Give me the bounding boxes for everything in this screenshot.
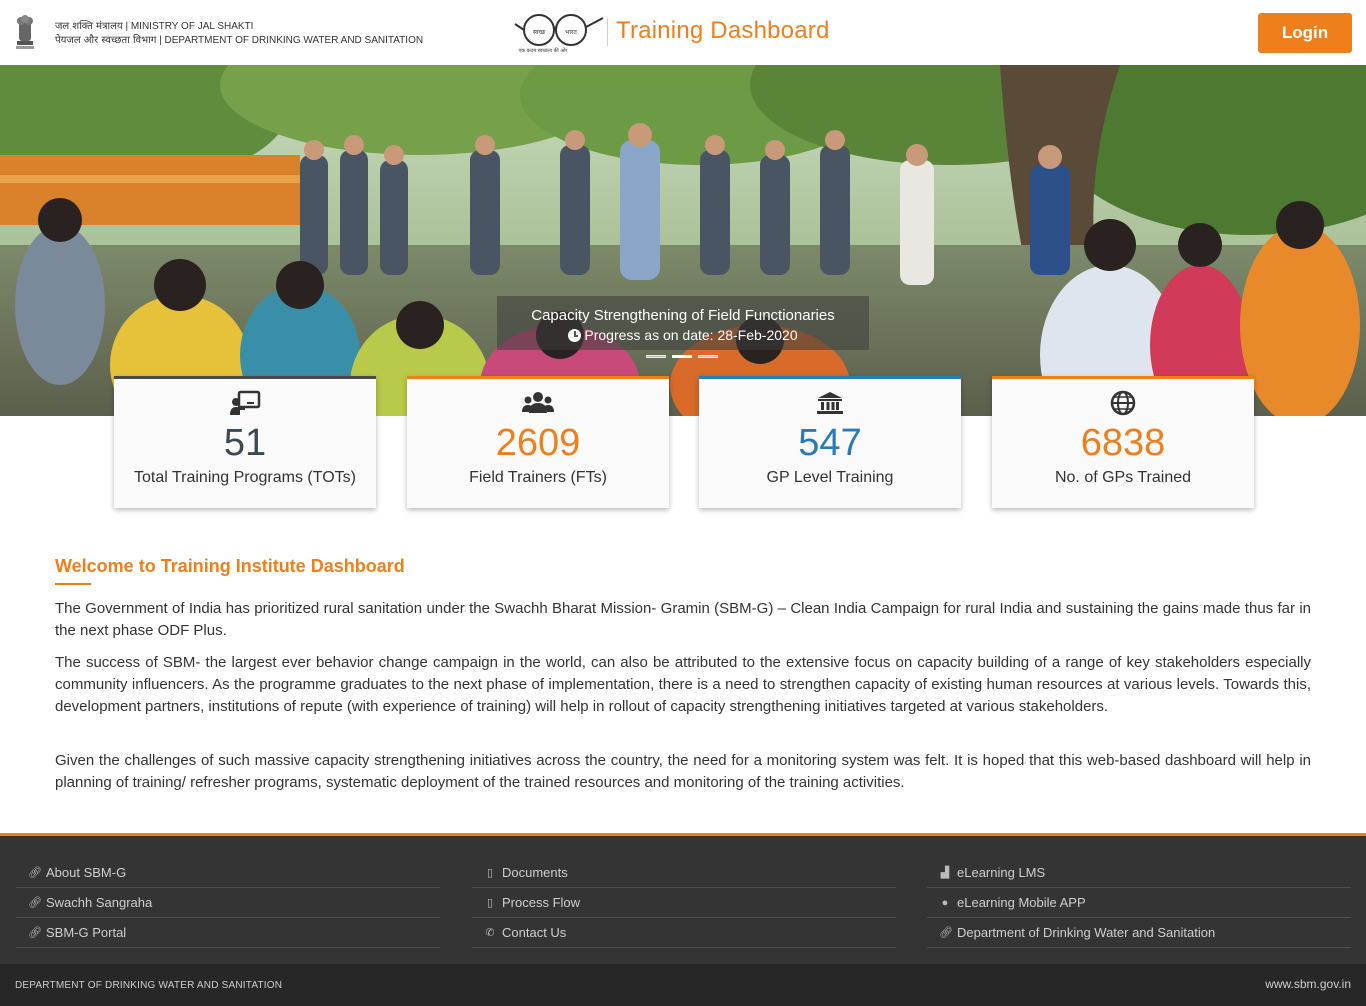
phone-icon: ✆: [485, 926, 495, 939]
stat-card-gps-trained: 6838 No. of GPs Trained: [992, 376, 1254, 508]
stat-value: 547: [798, 422, 862, 464]
ministry-line2-english: DEPARTMENT OF DRINKING WATER AND SANITAT…: [164, 35, 424, 46]
site-header: जल शक्ति मंत्रालय | MINISTRY OF JAL SHAK…: [0, 0, 1366, 65]
footer-column-2: ▯ Documents ▯ Process Flow ✆ Contact Us: [472, 858, 896, 948]
footer-link-label: Swachh Sangraha: [46, 895, 153, 910]
header-divider: [607, 18, 608, 46]
footer-link-label: Process Flow: [502, 895, 581, 910]
clock-icon: [568, 329, 582, 342]
footer-link-swachh-sangraha[interactable]: 🔗︎ Swachh Sangraha: [16, 888, 440, 918]
footer-link-label: About SBM-G: [46, 865, 127, 880]
link-icon: 🔗︎: [28, 926, 42, 939]
heading-underline: [55, 583, 91, 585]
ministry-name: जल शक्ति मंत्रालय | MINISTRY OF JAL SHAK…: [55, 21, 424, 46]
android-icon: ●: [941, 896, 949, 909]
footer-column-1: 🔗︎ About SBM-G 🔗︎ Swachh Sangraha 🔗︎ SBM-G …: [16, 858, 440, 948]
welcome-paragraph-1: The Government of India has prioritized …: [55, 600, 1311, 639]
ministry-line1-english: MINISTRY OF JAL SHAKTI: [130, 21, 254, 32]
footer-link-elearning-lms[interactable]: ▟ eLearning LMS: [927, 858, 1351, 888]
copyright-bar: DEPARTMENT OF DRINKING WATER AND SANITAT…: [0, 964, 1366, 1006]
ministry-line2-hindi: पेयजल और स्वच्छता विभाग: [55, 35, 157, 46]
chalkboard-teacher-icon: [230, 390, 261, 415]
stat-card-total-training-programs: 51 Total Training Programs (TOTs): [114, 376, 376, 508]
footer-link-elearning-mobile-app[interactable]: ● eLearning Mobile APP: [927, 888, 1351, 918]
hero-carousel[interactable]: Capacity Strengthening of Field Function…: [0, 65, 1366, 416]
institution-icon: [817, 392, 843, 414]
footer-link-label: Department of Drinking Water and Sanitat…: [957, 925, 1216, 940]
document-icon: ▯: [486, 866, 494, 879]
page-title: Training Dashboard: [616, 17, 830, 44]
stat-value: 51: [223, 422, 267, 464]
footer-link-ddws[interactable]: 🔗︎ Department of Drinking Water and Sanit…: [927, 918, 1351, 948]
stat-card-field-trainers: 2609 Field Trainers (FTs): [407, 376, 669, 508]
stat-label: Field Trainers (FTs): [469, 469, 607, 486]
link-icon: 🔗︎: [28, 866, 42, 879]
sitemap-icon: ▟: [940, 866, 950, 879]
welcome-heading: Welcome to Training Institute Dashboard: [55, 556, 405, 576]
caption-subtitle: Progress as on date: 28-Feb-2020: [497, 325, 869, 345]
welcome-paragraph-2: The success of SBM- the largest ever beh…: [55, 654, 1311, 715]
swachh-bharat-logo: स्वच्छ भारत एक कदम स्वच्छता की ओर: [514, 14, 604, 54]
carousel-indicator-1[interactable]: [646, 355, 666, 358]
users-icon: [522, 392, 554, 413]
footer-website-link[interactable]: www.sbm.gov.in: [1265, 977, 1351, 991]
logo-text-left: स्वच्छ: [533, 29, 546, 36]
site-footer: 🔗︎ About SBM-G 🔗︎ Swachh Sangraha 🔗︎ SBM-G …: [0, 833, 1366, 964]
logo-text-right: भारत: [565, 29, 577, 36]
carousel-caption: Capacity Strengthening of Field Function…: [497, 296, 869, 350]
link-icon: 🔗︎: [28, 896, 42, 909]
carousel-indicators: [646, 355, 718, 358]
caption-title: Capacity Strengthening of Field Function…: [531, 307, 835, 324]
footer-link-sbm-g-portal[interactable]: 🔗︎ SBM-G Portal: [16, 918, 440, 948]
footer-link-label: eLearning LMS: [957, 865, 1046, 880]
footer-link-about-sbm-g[interactable]: 🔗︎ About SBM-G: [16, 858, 440, 888]
stat-label: GP Level Training: [766, 469, 894, 486]
ministry-line1-hindi: जल शक्ति मंत्रालय: [55, 21, 123, 32]
stat-card-gp-level-training: 547 GP Level Training: [699, 376, 961, 508]
footer-link-label: Documents: [502, 865, 568, 880]
globe-icon: [1110, 390, 1136, 416]
stat-label: No. of GPs Trained: [1054, 469, 1192, 486]
footer-link-label: Contact Us: [502, 925, 567, 940]
footer-link-process-flow[interactable]: ▯ Process Flow: [472, 888, 896, 918]
footer-link-label: SBM-G Portal: [46, 925, 127, 940]
footer-column-3: ▟ eLearning LMS ● eLearning Mobile APP 🔗︎ D…: [927, 858, 1351, 948]
stat-value: 6838: [1080, 422, 1166, 464]
hero-photo: [0, 65, 1366, 416]
welcome-paragraph-3: Given the challenges of such massive cap…: [55, 752, 1311, 791]
footer-department-name: DEPARTMENT OF DRINKING WATER AND SANITAT…: [15, 980, 283, 991]
link-icon: 🔗︎: [939, 926, 953, 939]
caption-date: Progress as on date: 28-Feb-2020: [584, 327, 798, 343]
footer-link-label: eLearning Mobile APP: [957, 895, 1086, 910]
stat-label: Total Training Programs (TOTs): [134, 469, 356, 486]
national-emblem-icon: [16, 15, 34, 49]
logo-tagline: एक कदम स्वच्छता की ओर: [519, 47, 569, 54]
login-button[interactable]: Login: [1258, 13, 1352, 53]
document-icon: ▯: [486, 896, 494, 909]
carousel-indicator-3[interactable]: [698, 355, 718, 358]
footer-link-contact-us[interactable]: ✆ Contact Us: [472, 918, 896, 948]
footer-link-documents[interactable]: ▯ Documents: [472, 858, 896, 888]
stat-value: 2609: [495, 422, 581, 464]
carousel-indicator-2[interactable]: [672, 355, 692, 358]
